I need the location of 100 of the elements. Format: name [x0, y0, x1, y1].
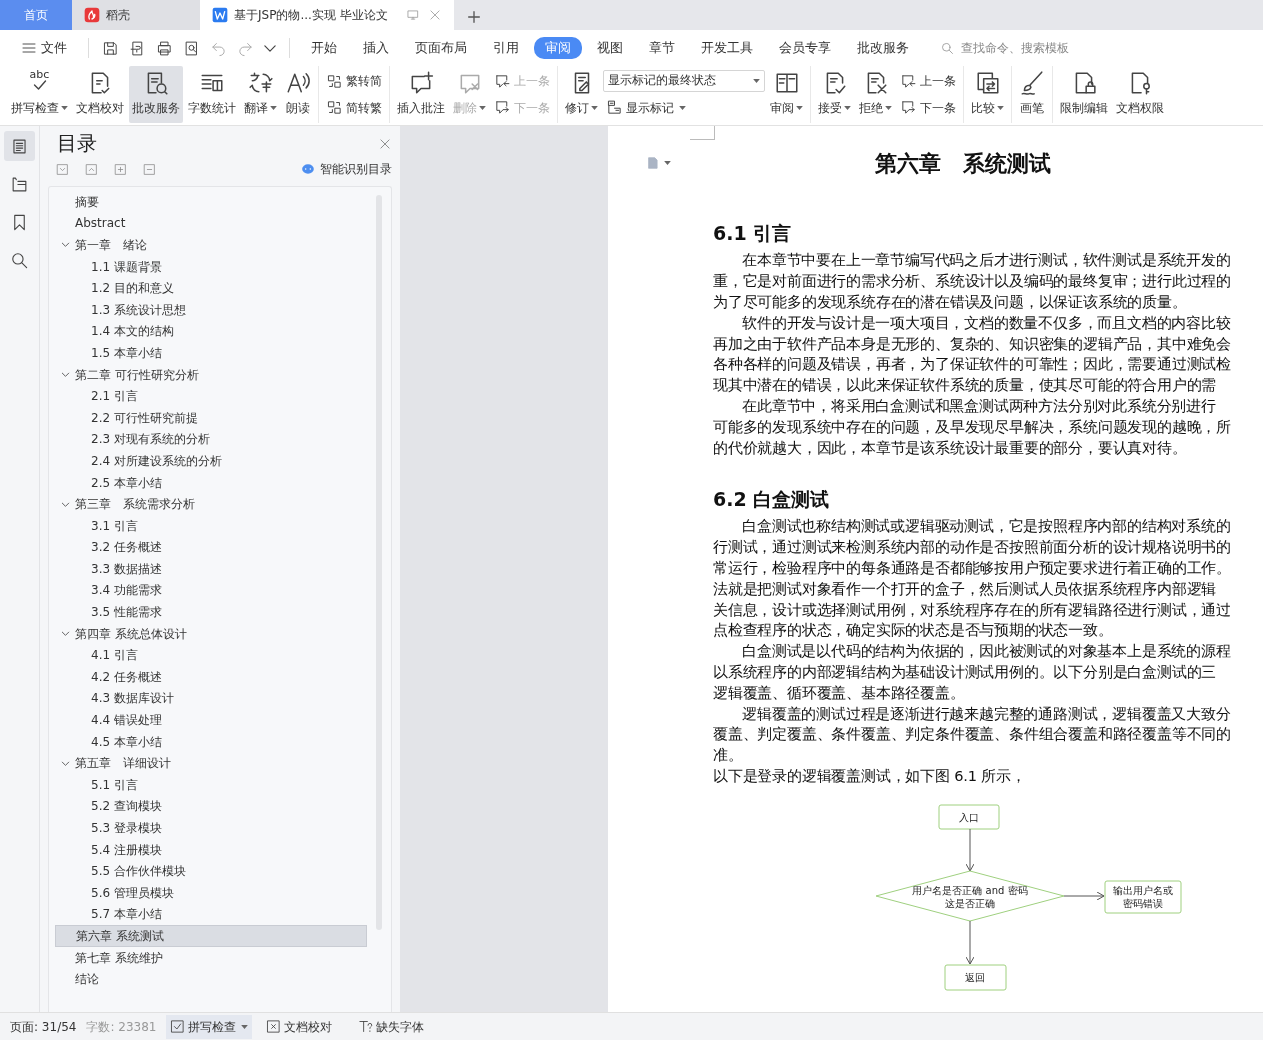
ribbon-button[interactable]: 拒绝 [856, 66, 895, 123]
toc-item[interactable]: 1.5 本章小结 [55, 342, 367, 364]
toc-item[interactable]: 第五章 详细设计 [55, 752, 367, 775]
search-field[interactable]: 查找命令、搜索模板 [959, 38, 1099, 58]
toc-item[interactable]: 5.1 引言 [55, 774, 367, 796]
ribbon-button[interactable]: 插入批注 [394, 66, 448, 123]
menu-tab[interactable]: 章节 [638, 36, 686, 60]
menu-tab[interactable]: 批改服务 [846, 36, 920, 60]
ribbon-button[interactable]: 修订 [562, 66, 601, 123]
missing-fonts-button[interactable]: 缺失字体 [354, 1014, 429, 1039]
toc-item[interactable]: 5.2 查询模块 [55, 795, 367, 818]
toc-item[interactable]: 4.4 错误处理 [55, 709, 367, 731]
chapter-title: 第六章 系统测试 [874, 150, 1052, 177]
toc-item[interactable]: 第六章 系统测试 [55, 925, 367, 947]
toc-item[interactable]: 3.1 引言 [55, 514, 367, 537]
icon-caption: abc [29, 70, 50, 80]
menu-tab[interactable]: 页面布局 [404, 36, 478, 60]
toc-item[interactable]: 3.5 性能需求 [55, 601, 367, 623]
sidebar-button[interactable] [4, 131, 35, 161]
menu-tab[interactable]: 开发工具 [690, 36, 764, 60]
ribbon-button[interactable]: 下一条 [897, 96, 959, 119]
toc-item[interactable]: 5.5 合作伙伴模块 [55, 860, 367, 882]
document-menu-button[interactable] [646, 156, 671, 170]
close-icon[interactable] [428, 8, 442, 22]
toc-item[interactable]: Abstract [55, 212, 367, 235]
document-tab[interactable]: 稻壳 [72, 0, 200, 30]
toc-item[interactable]: 5.3 登录模块 [55, 817, 367, 839]
section-heading: 6.2 白盒测试 [713, 487, 831, 513]
toc-item[interactable]: 摘要 [55, 191, 367, 213]
caret-icon [270, 106, 277, 110]
ribbon-button[interactable]: 审阅 [767, 66, 806, 123]
proofread-button[interactable]: 文档校对 [262, 1014, 337, 1039]
ribbon-button[interactable]: abc 拼写检查 [8, 66, 71, 123]
toc-item[interactable]: 2.2 可行性研究前提 [55, 406, 367, 429]
paragraph: 白盒测试是以代码的结构为依据的，因此被测试的对象基本上是系统的源程 以系统程序的内部逻辑结构为基础设计测试用例的。以下分别是白盒测试的三 逻辑覆盖、循环覆盖、基本路径覆盖。 [713, 641, 1232, 703]
toc-item[interactable]: 第七章 系统维护 [55, 946, 367, 969]
menu-tab[interactable]: 开始 [300, 36, 348, 60]
crop-mark [690, 126, 715, 140]
checkbox-icon [170, 1019, 186, 1034]
ribbon-button[interactable]: 比较 [968, 66, 1007, 123]
toc-item[interactable]: 3.2 任务概述 [55, 536, 367, 559]
ribbon-button[interactable]: 繁转简 [323, 70, 385, 93]
comment-next-icon [900, 99, 917, 117]
markup-state-dropdown[interactable]: 显示标记的最终状态 [603, 70, 765, 92]
toc-item[interactable]: 第一章 绪论 [55, 234, 367, 256]
toc-item[interactable]: 4.1 引言 [55, 644, 367, 667]
toc-item[interactable]: 1.1 课题背景 [55, 255, 367, 278]
ribbon-button[interactable]: 限制编辑 [1057, 66, 1111, 123]
ribbon-button[interactable]: 文档校对 [73, 66, 127, 123]
ribbon-button[interactable]: 字数统计 [185, 66, 239, 123]
ribbon-button[interactable]: 上一条 [897, 70, 959, 93]
toc-item[interactable]: 2.4 对所建设系统的分析 [55, 450, 367, 472]
toc-item[interactable]: 3.4 功能需求 [55, 579, 367, 602]
print-icon [156, 39, 173, 57]
toc-item[interactable]: 4.2 任务概述 [55, 666, 367, 688]
toc-item[interactable]: 1.4 本文的结构 [55, 320, 367, 343]
toc-item[interactable]: 4.5 本章小结 [55, 730, 367, 753]
ribbon-button[interactable]: 批改服务 [129, 66, 183, 123]
close-icon [378, 136, 392, 151]
node-label: 入口 [959, 811, 979, 823]
spell-check-button[interactable]: 拼写检查 [166, 1014, 253, 1039]
toc-item[interactable]: 1.2 目的和意义 [55, 277, 367, 299]
ribbon-button[interactable]: 翻译 [241, 66, 280, 123]
toc-item[interactable]: 2.3 对现有系统的分析 [55, 428, 367, 451]
chevron-down-icon [264, 44, 276, 52]
monitor-icon[interactable] [406, 8, 420, 22]
file-menu-button[interactable]: 文件 [10, 36, 78, 60]
caret-icon [844, 106, 851, 110]
toc-item[interactable]: 5.6 管理员模块 [55, 882, 367, 904]
smart-toc-button[interactable]: 智能识别目录 [300, 160, 392, 178]
toc-item[interactable]: 2.5 本章小结 [55, 471, 367, 494]
convert-icon [326, 99, 343, 117]
toc-item[interactable]: 第二章 可行性研究分析 [55, 363, 367, 386]
ribbon-button[interactable]: 简转繁 [323, 96, 385, 119]
toc-item[interactable]: 结论 [55, 968, 367, 990]
toc-item[interactable]: 第四章 系统总体设计 [55, 622, 367, 645]
toc-item[interactable]: 2.1 引言 [55, 385, 367, 407]
ribbon-button[interactable]: 接受 [815, 66, 854, 123]
document-tab[interactable]: 基于JSP的物...实现 毕业论文 [200, 0, 454, 30]
toc-item[interactable]: 1.3 系统设计思想 [55, 298, 367, 321]
search-icon [940, 40, 955, 56]
brush-icon [1019, 70, 1045, 96]
menu-tab[interactable]: 插入 [352, 36, 400, 60]
ribbon-button[interactable]: 文档权限 [1113, 66, 1167, 123]
expand-icon [56, 163, 69, 176]
convert-icon [326, 72, 343, 90]
toc-item[interactable]: 5.4 注册模块 [55, 838, 367, 861]
toc-item[interactable]: 3.3 数据描述 [55, 558, 367, 580]
chevron-down-button[interactable] [261, 42, 279, 54]
ribbon-button[interactable]: 朗读 [282, 66, 314, 123]
toc-item[interactable]: 4.3 数据库设计 [55, 687, 367, 710]
toc-item[interactable]: 5.7 本章小结 [55, 903, 367, 926]
menu-tab[interactable]: 会员专享 [768, 36, 842, 60]
toc-item[interactable]: 第三章 系统需求分析 [55, 493, 367, 515]
ribbon-button[interactable]: 显示标记 [603, 96, 765, 119]
menu-tab[interactable]: 引用 [482, 36, 530, 60]
comment-previous-icon [494, 72, 511, 90]
menu-tab[interactable]: 视图 [586, 36, 634, 60]
ribbon-button[interactable]: 画笔 [1016, 66, 1048, 123]
print-preview-icon [183, 39, 200, 57]
